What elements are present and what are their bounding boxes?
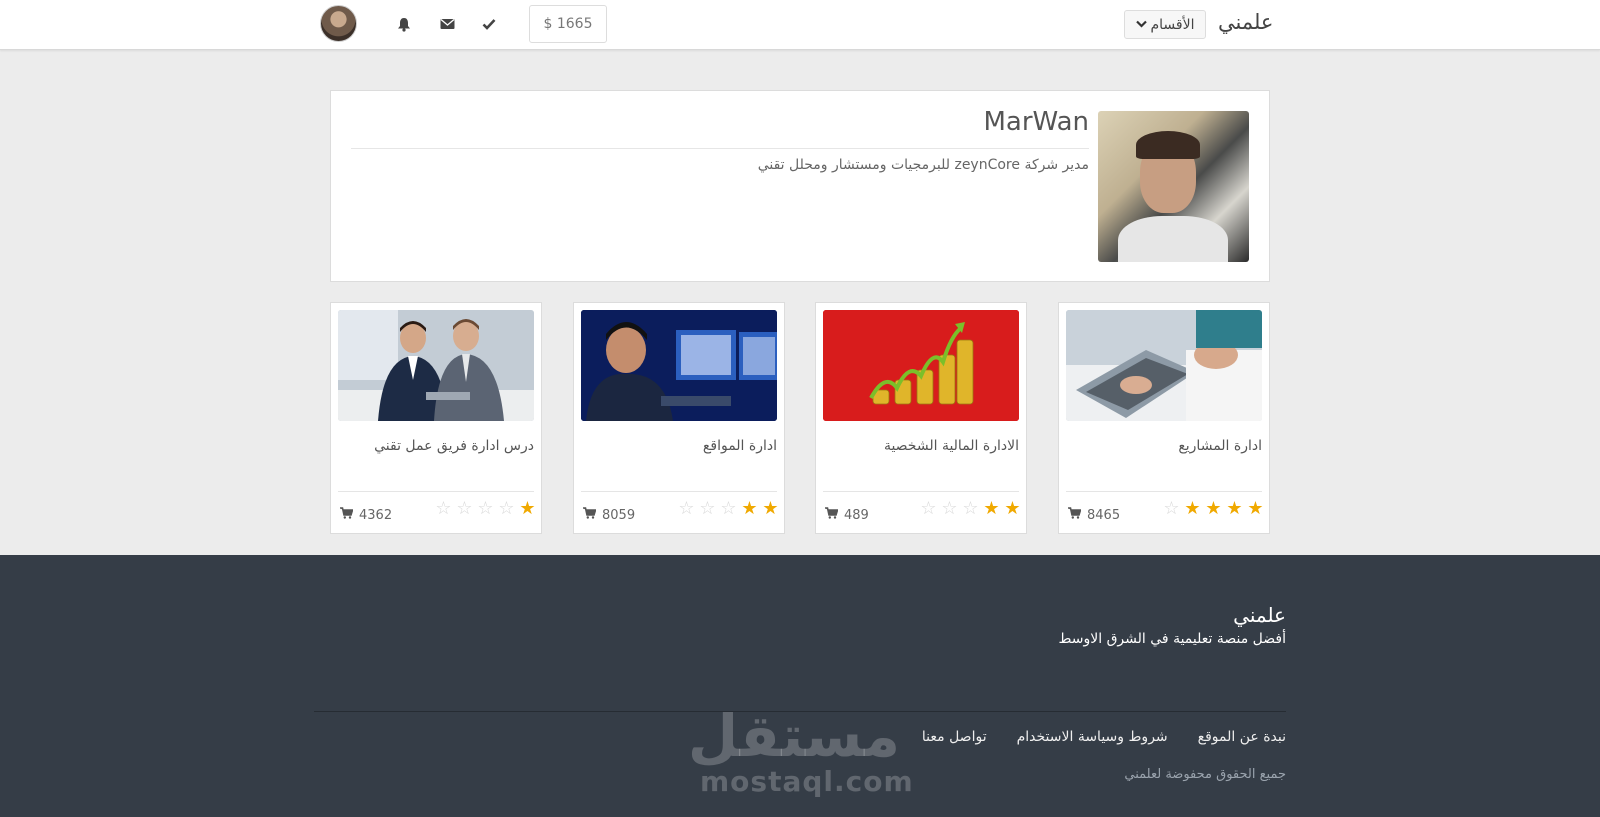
top-navbar: علمني الأقسام $ 1665 xyxy=(0,0,1600,50)
categories-dropdown[interactable]: الأقسام xyxy=(1124,10,1206,39)
profile-card: MarWan مدير شركة zeynCore للبرمجيات ومست… xyxy=(330,90,1270,282)
star-filled-icon: ★ xyxy=(519,498,536,519)
course-rating: ★ ★ ★ ★ ☆ xyxy=(1162,499,1265,519)
star-filled-icon: ★ xyxy=(1205,498,1222,519)
card-divider xyxy=(1066,491,1262,492)
footer-links: نبدة عن الموقع شروط وسياسة الاستخدام توا… xyxy=(922,729,1286,745)
site-footer: علمني أفضل منصة تعليمية في الشرق الاوسط … xyxy=(0,555,1600,817)
star-empty-icon: ☆ xyxy=(498,498,515,519)
card-divider xyxy=(823,491,1019,492)
star-filled-icon: ★ xyxy=(983,498,1000,519)
course-thumbnail[interactable] xyxy=(338,310,534,421)
star-filled-icon: ★ xyxy=(1184,498,1201,519)
star-empty-icon: ☆ xyxy=(678,498,695,519)
star-filled-icon: ★ xyxy=(1004,498,1021,519)
star-filled-icon: ★ xyxy=(762,498,779,519)
watermark-latin: mostaql.com xyxy=(700,765,914,798)
footer-tagline: أفضل منصة تعليمية في الشرق الاوسط xyxy=(1058,631,1286,647)
course-sales: 8059 xyxy=(583,507,635,523)
sales-count: 489 xyxy=(844,507,869,523)
profile-bio: مدير شركة zeynCore للبرمجيات ومستشار ومح… xyxy=(757,157,1089,173)
cart-icon xyxy=(1068,507,1082,523)
card-divider xyxy=(338,491,534,492)
course-card[interactable]: درس ادارة فريق عمل تقني ★ ☆ ☆ ☆ ☆ 4362 xyxy=(330,302,542,534)
site-brand[interactable]: علمني xyxy=(1218,10,1273,34)
star-empty-icon: ☆ xyxy=(920,498,937,519)
mostaql-watermark: مستقل mostaql.com xyxy=(687,702,914,798)
star-empty-icon: ☆ xyxy=(699,498,716,519)
course-thumbnail[interactable] xyxy=(823,310,1019,421)
course-thumbnail[interactable] xyxy=(581,310,777,421)
watermark-arabic: مستقل xyxy=(687,702,900,770)
course-card[interactable]: ادارة المشاريع ★ ★ ★ ★ ☆ 8465 xyxy=(1058,302,1270,534)
sales-count: 4362 xyxy=(359,507,393,523)
star-filled-icon: ★ xyxy=(1226,498,1243,519)
course-sales: 4362 xyxy=(340,507,392,523)
footer-link-about[interactable]: نبدة عن الموقع xyxy=(1198,729,1286,745)
course-title[interactable]: ادارة المواقع xyxy=(703,438,777,454)
course-sales: 489 xyxy=(825,507,869,523)
user-avatar[interactable] xyxy=(320,5,357,42)
course-title[interactable]: درس ادارة فريق عمل تقني xyxy=(374,438,534,454)
check-icon[interactable] xyxy=(478,13,500,35)
star-filled-icon: ★ xyxy=(1247,498,1264,519)
course-sales: 8465 xyxy=(1068,507,1120,523)
footer-link-contact[interactable]: تواصل معنا xyxy=(922,729,987,745)
footer-link-terms[interactable]: شروط وسياسة الاستخدام xyxy=(1017,729,1168,745)
course-rating: ★ ★ ☆ ☆ ☆ xyxy=(677,499,780,519)
categories-label: الأقسام xyxy=(1150,16,1195,33)
course-card[interactable]: ادارة المواقع ★ ★ ☆ ☆ ☆ 8059 xyxy=(573,302,785,534)
footer-brand: علمني xyxy=(1233,603,1286,627)
footer-copyright: جميع الحقوق محفوضة لعلمني xyxy=(1124,767,1286,782)
envelope-icon[interactable] xyxy=(436,13,458,35)
profile-name: MarWan xyxy=(983,107,1089,137)
course-thumbnail[interactable] xyxy=(1066,310,1262,421)
profile-divider xyxy=(351,148,1089,149)
course-title[interactable]: الادارة المالية الشخصية xyxy=(884,438,1019,454)
star-empty-icon: ☆ xyxy=(456,498,473,519)
course-title[interactable]: ادارة المشاريع xyxy=(1178,438,1262,454)
profile-photo xyxy=(1098,111,1249,262)
star-empty-icon: ☆ xyxy=(962,498,979,519)
star-empty-icon: ☆ xyxy=(720,498,737,519)
balance-button[interactable]: $ 1665 xyxy=(529,5,607,43)
cart-icon xyxy=(583,507,597,523)
star-empty-icon: ☆ xyxy=(941,498,958,519)
star-empty-icon: ☆ xyxy=(477,498,494,519)
bell-icon[interactable] xyxy=(393,13,415,35)
sales-count: 8465 xyxy=(1087,507,1121,523)
chevron-down-icon xyxy=(1135,18,1147,31)
card-divider xyxy=(581,491,777,492)
cart-icon xyxy=(825,507,839,523)
course-rating: ★ ☆ ☆ ☆ ☆ xyxy=(434,499,537,519)
cart-icon xyxy=(340,507,354,523)
star-empty-icon: ☆ xyxy=(1163,498,1180,519)
course-card[interactable]: الادارة المالية الشخصية ★ ★ ☆ ☆ ☆ 489 xyxy=(815,302,1027,534)
star-filled-icon: ★ xyxy=(741,498,758,519)
course-rating: ★ ★ ☆ ☆ ☆ xyxy=(919,499,1022,519)
star-empty-icon: ☆ xyxy=(435,498,452,519)
sales-count: 8059 xyxy=(602,507,636,523)
